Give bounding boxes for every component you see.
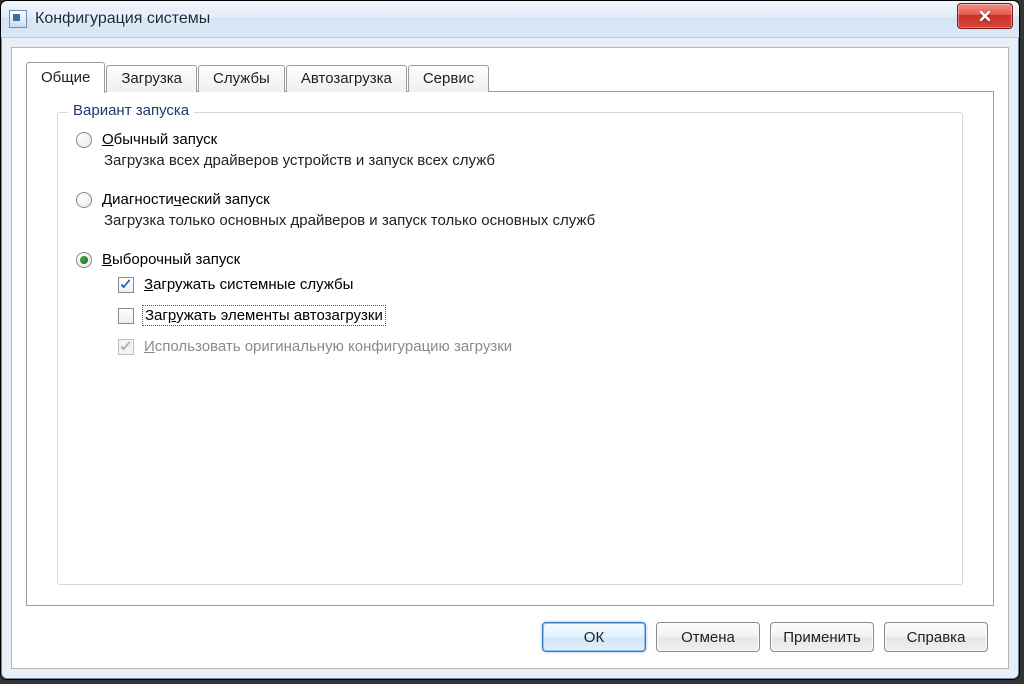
cancel-button[interactable]: Отмена <box>656 622 760 652</box>
check-load-services-label: Загружать системные службы <box>144 276 353 293</box>
client-area: Общие Загрузка Службы Автозагрузка Серви… <box>11 47 1009 669</box>
radio-normal-desc: Загрузка всех драйверов устройств и запу… <box>104 152 944 169</box>
app-icon <box>9 10 27 28</box>
radio-normal-startup[interactable]: Обычный запуск <box>76 131 944 148</box>
tab-tools[interactable]: Сервис <box>408 65 489 92</box>
help-button[interactable]: Справка <box>884 622 988 652</box>
radio-diagnostic-desc: Загрузка только основных драйверов и зап… <box>104 212 944 229</box>
tab-boot[interactable]: Загрузка <box>106 65 197 92</box>
startup-selection-group: Вариант запуска Обычный запуск Загрузка … <box>57 112 963 585</box>
radio-normal-input[interactable] <box>76 132 92 148</box>
check-use-original-boot-input <box>118 339 134 355</box>
check-load-startup-items[interactable]: Загружать элементы автозагрузки <box>118 307 944 324</box>
tab-startup[interactable]: Автозагрузка <box>286 65 407 92</box>
radio-normal-label: Обычный запуск <box>102 131 217 148</box>
check-load-services-input[interactable] <box>118 277 134 293</box>
check-use-original-boot-label: Использовать оригинальную конфигурацию з… <box>144 338 512 355</box>
titlebar[interactable]: Конфигурация системы <box>1 1 1019 38</box>
check-use-original-boot: Использовать оригинальную конфигурацию з… <box>118 338 944 355</box>
check-load-startup-input[interactable] <box>118 308 134 324</box>
radio-diagnostic-label: Диагностический запуск <box>102 191 270 208</box>
radio-diagnostic-startup[interactable]: Диагностический запуск <box>76 191 944 208</box>
tab-general[interactable]: Общие <box>26 62 105 93</box>
radio-selective-startup[interactable]: Выборочный запуск <box>76 251 944 268</box>
selective-sub-options: Загружать системные службы Загружать эле… <box>118 276 944 355</box>
tab-strip: Общие Загрузка Службы Автозагрузка Серви… <box>26 62 490 92</box>
check-load-services[interactable]: Загружать системные службы <box>118 276 944 293</box>
window-title: Конфигурация системы <box>35 10 957 28</box>
ok-button[interactable]: ОК <box>542 622 646 652</box>
tab-services[interactable]: Службы <box>198 65 285 92</box>
tab-page-general: Вариант запуска Обычный запуск Загрузка … <box>26 91 994 606</box>
groupbox-legend: Вариант запуска <box>68 102 194 119</box>
window-frame: Конфигурация системы Общие Загрузка Служ… <box>0 0 1020 680</box>
options-container: Обычный запуск Загрузка всех драйверов у… <box>58 113 962 379</box>
radio-diagnostic-input[interactable] <box>76 192 92 208</box>
check-load-startup-label: Загружать элементы автозагрузки <box>144 307 384 324</box>
close-button[interactable] <box>957 3 1013 29</box>
radio-selective-input[interactable] <box>76 252 92 268</box>
apply-button[interactable]: Применить <box>770 622 874 652</box>
button-bar: ОК Отмена Применить Справка <box>542 622 988 652</box>
radio-selective-label: Выборочный запуск <box>102 251 240 268</box>
close-icon <box>978 9 992 23</box>
